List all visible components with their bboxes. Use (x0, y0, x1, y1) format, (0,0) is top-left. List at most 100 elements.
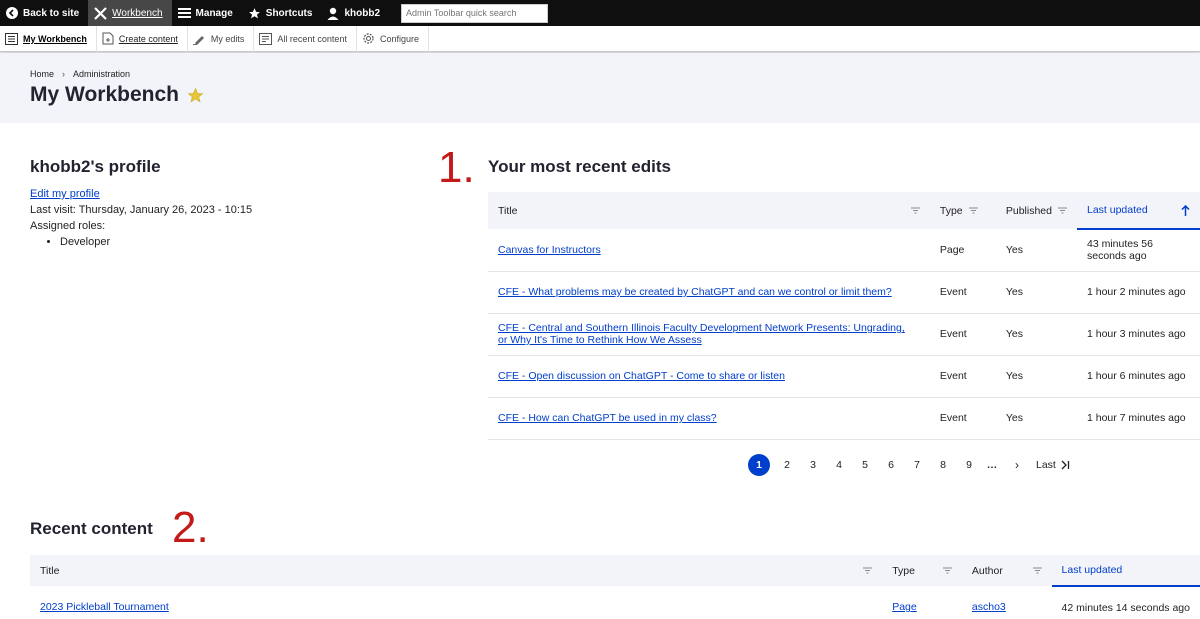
tray-create-content[interactable]: Create content (97, 25, 188, 52)
content-title-line: CFE - Central and Southern Illinois Facu… (498, 322, 905, 334)
admin-toolbar: Back to site Workbench Manage Shortcuts … (0, 0, 1200, 26)
shortcuts-label: Shortcuts (265, 7, 313, 19)
workbench-button[interactable]: Workbench (88, 0, 172, 26)
sort-icon (910, 207, 920, 214)
content-type-link[interactable]: Page (892, 601, 917, 613)
tray-my-workbench-label: My Workbench (23, 33, 87, 44)
workbench-icon (5, 32, 18, 45)
back-to-site-label: Back to site (23, 7, 80, 19)
pager-page[interactable]: 2 (774, 459, 800, 471)
content-title-link[interactable]: CFE - Central and Southern Illinois Facu… (498, 322, 905, 346)
pager-last-label: Last (1036, 459, 1056, 471)
table-row: CFE - Open discussion on ChatGPT - Come … (488, 355, 1200, 398)
pager: 1 2 3 4 5 6 7 8 9 … › Last (748, 454, 1070, 476)
last-updated: 1 hour 3 minutes ago (1076, 313, 1200, 356)
published-status: Yes (995, 229, 1077, 272)
column-header-author[interactable]: Author (961, 555, 1052, 586)
column-header-title[interactable]: Title (488, 192, 930, 229)
profile-details: Edit my profile Last visit: Thursday, Ja… (30, 186, 252, 250)
admin-toolbar-search-input[interactable] (401, 3, 549, 23)
shortcut-star-icon[interactable] (187, 87, 204, 104)
pager-page[interactable]: 3 (800, 459, 826, 471)
content-title-link[interactable]: CFE - Open discussion on ChatGPT - Come … (498, 370, 785, 382)
manage-button[interactable]: Manage (172, 0, 242, 26)
pencil-icon (192, 35, 204, 45)
column-header-last-updated-label: Last updated (1086, 204, 1148, 216)
sort-icon (968, 207, 978, 214)
tools-icon (94, 6, 107, 20)
pager-page[interactable]: 9 (956, 459, 982, 471)
content-type: Page (929, 229, 996, 272)
pager-page[interactable]: 5 (852, 459, 878, 471)
assigned-roles-label: Assigned roles: (30, 220, 106, 232)
edit-profile-link[interactable]: Edit my profile (30, 188, 100, 200)
sort-icon (1032, 567, 1042, 574)
breadcrumb-home[interactable]: Home (30, 69, 54, 79)
table-row: CFE - What problems may be created by Ch… (488, 271, 1200, 314)
pager-current-page[interactable]: 1 (748, 454, 770, 476)
content-title-line: or Why It's Time to Rethink How We Asses… (498, 334, 702, 346)
pager-page[interactable]: 8 (930, 459, 956, 471)
content-title-link[interactable]: CFE - What problems may be created by Ch… (498, 286, 892, 298)
tray-my-workbench[interactable]: My Workbench (0, 25, 97, 52)
published-status: Yes (995, 397, 1077, 440)
last-updated: 42 minutes 14 seconds ago (1061, 601, 1190, 614)
last-updated: 43 minutes 56 seconds ago (1076, 229, 1200, 272)
content-type: Event (929, 355, 996, 398)
content-title-link[interactable]: CFE - How can ChatGPT be used in my clas… (498, 412, 717, 424)
content-title-link[interactable]: 2023 Pickleball Tournament (40, 601, 169, 613)
content-title-link[interactable]: Canvas for Instructors (498, 244, 601, 256)
column-header-type[interactable]: Type (882, 555, 962, 586)
pager-page[interactable]: 4 (826, 459, 852, 471)
sort-ascending-arrow-icon (1181, 204, 1190, 216)
published-status: Yes (995, 355, 1077, 398)
table-row: Canvas for Instructors Page Yes 43 minut… (488, 229, 1200, 272)
tray-my-edits-label: My edits (210, 33, 245, 44)
breadcrumb-administration[interactable]: Administration (73, 69, 130, 79)
hamburger-icon (177, 8, 191, 18)
column-header-published-label: Published (1005, 204, 1052, 217)
page-title-text: My Workbench (30, 83, 179, 106)
column-header-author-label: Author (971, 564, 1003, 577)
tray-configure[interactable]: Configure (357, 25, 429, 52)
page-header: Home › Administration My Workbench (0, 53, 1200, 123)
pager-page[interactable]: 7 (904, 459, 930, 471)
column-header-last-updated[interactable]: Last updated (1076, 192, 1200, 230)
shortcuts-button[interactable]: Shortcuts (242, 0, 322, 26)
page-title: My Workbench (30, 83, 204, 107)
column-header-title[interactable]: Title (30, 555, 883, 586)
workbench-label: Workbench (112, 7, 163, 19)
column-header-last-updated[interactable]: Last updated (1051, 555, 1200, 587)
pager-next-button[interactable]: › (1002, 458, 1032, 472)
star-icon (248, 7, 260, 18)
user-button[interactable]: khobb2 (321, 0, 389, 26)
recent-content-title: Recent content (30, 519, 153, 538)
annotation-number-two: 2. (172, 503, 209, 552)
column-header-published[interactable]: Published (995, 192, 1077, 229)
tray-create-content-label: Create content (118, 33, 178, 44)
sort-icon (942, 567, 952, 574)
workbench-tray: My Workbench Create content My edits All… (0, 25, 1200, 52)
author-link[interactable]: ascho3 (972, 601, 1006, 613)
column-header-title-label: Title (40, 564, 60, 577)
table-row: CFE - Central and Southern Illinois Facu… (488, 313, 1200, 356)
pager-page[interactable]: 6 (878, 459, 904, 471)
last-updated-line: 43 minutes 56 (1086, 238, 1153, 251)
column-header-type[interactable]: Type (929, 192, 996, 229)
manage-label: Manage (195, 7, 233, 19)
breadcrumb-separator: › (62, 69, 66, 79)
last-updated: 1 hour 2 minutes ago (1076, 271, 1200, 314)
tray-my-edits[interactable]: My edits (188, 25, 255, 52)
last-updated: 1 hour 7 minutes ago (1076, 397, 1200, 440)
tray-all-recent-content[interactable]: All recent content (254, 25, 357, 52)
pager-last-button[interactable]: Last (1036, 459, 1070, 471)
column-header-type-label: Type (939, 204, 963, 217)
sort-icon (863, 567, 873, 574)
annotation-number-one: 1. (438, 143, 475, 192)
table-row: CFE - How can ChatGPT be used in my clas… (488, 397, 1200, 440)
last-updated: 1 hour 6 minutes ago (1076, 355, 1200, 398)
back-to-site-button[interactable]: Back to site (0, 0, 88, 26)
column-header-type-label: Type (892, 564, 915, 577)
content-type: Event (929, 313, 996, 356)
column-header-title-label: Title (498, 204, 518, 217)
